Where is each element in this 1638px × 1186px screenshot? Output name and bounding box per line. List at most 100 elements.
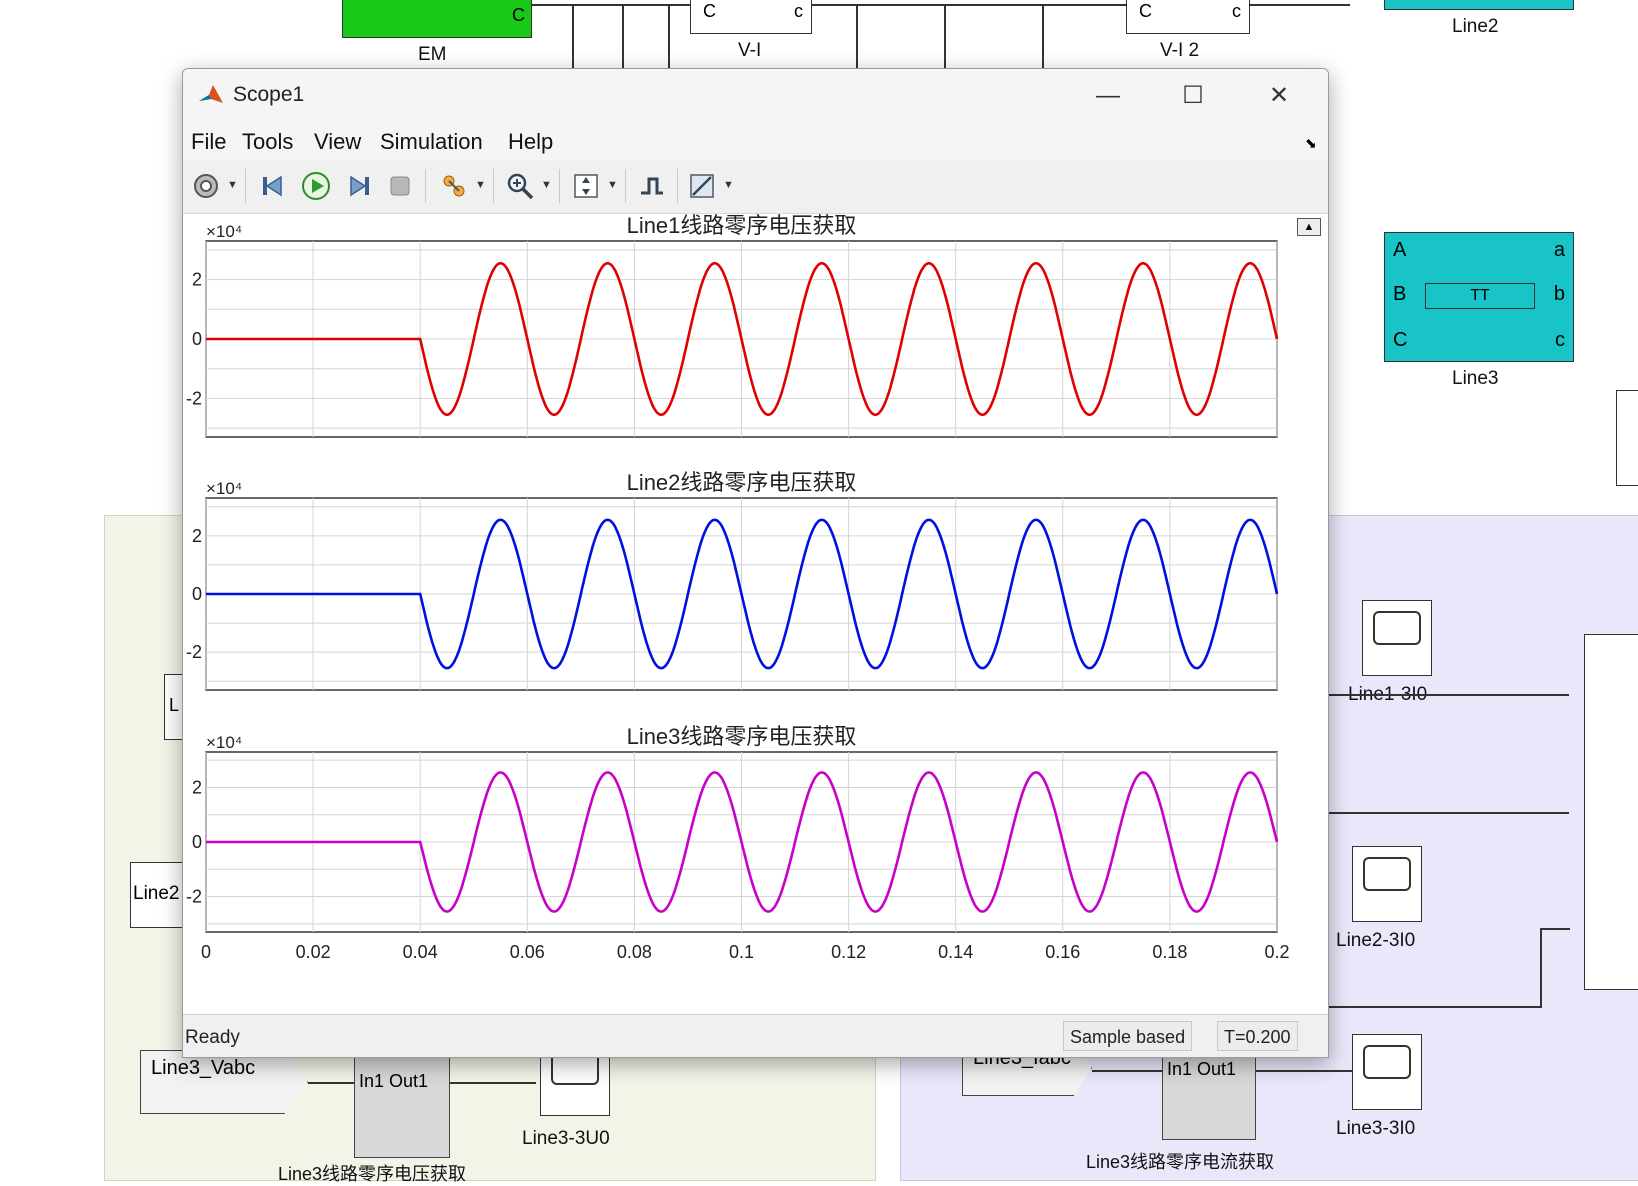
x-tick-label: 0.1	[729, 942, 754, 962]
x-tick-label: 0.04	[403, 942, 438, 962]
line3-port-c: C	[1393, 329, 1408, 351]
toolbar-separator	[677, 169, 678, 203]
close-button[interactable]: ✕	[1249, 79, 1309, 113]
menu-simulation[interactable]: Simulation	[380, 129, 483, 155]
plot-title: Line1线路零序电压获取	[627, 214, 857, 238]
line3-voltage-subsystem[interactable]: In1 Out1	[354, 1056, 450, 1158]
y-tick-label: 2	[192, 777, 202, 797]
wire	[1250, 4, 1350, 6]
wire	[1540, 928, 1542, 1006]
expand-toolstrip-button[interactable]: ▲	[1297, 218, 1321, 236]
y-exponent-label: ×10⁴	[206, 222, 242, 241]
y-tick-label: -2	[186, 642, 202, 662]
wire	[1327, 1006, 1542, 1008]
autoscale-icon[interactable]	[571, 171, 601, 201]
y-tick-label: 0	[192, 584, 202, 604]
wire	[1327, 812, 1569, 814]
status-bar: Ready Sample based T=0.200	[183, 1014, 1328, 1057]
line3-current-sub-label: Line3线路零序电流获取	[1086, 1152, 1275, 1172]
line3-voltage-sub-label: Line3线路零序电压获取	[278, 1164, 467, 1184]
vi-label: V-I	[738, 40, 762, 61]
plots-svg[interactable]: Line1线路零序电压获取 ×10⁴ 2 0 -2 Line2线路零序电压获取 ×10⁴ 2 0…	[183, 213, 1328, 1014]
triggers-icon[interactable]	[637, 171, 667, 201]
step-back-icon[interactable]	[259, 171, 289, 201]
highlight-icon[interactable]	[439, 171, 469, 201]
vi2-block[interactable]: C c	[1126, 0, 1250, 34]
vi2-port-c-small: c	[1232, 1, 1241, 21]
vi-block[interactable]: C c	[690, 0, 812, 34]
line3-vabc-text: Line3_Vabc	[151, 1057, 256, 1079]
y-tick-label: -2	[186, 887, 202, 907]
measure-dropdown-caret[interactable]: ▼	[723, 179, 734, 191]
wire	[856, 4, 858, 68]
partial-block-left-a-text: L	[169, 695, 180, 715]
wire	[812, 4, 1126, 6]
line3-3u0-label: Line3-3U0	[522, 1128, 610, 1149]
plot-title: Line3线路零序电压获取	[627, 724, 857, 749]
undock-icon[interactable]: ⬊	[1305, 135, 1317, 152]
gear-icon[interactable]	[191, 171, 221, 201]
highlight-dropdown-caret[interactable]: ▼	[475, 179, 486, 191]
x-tick-label: 0.08	[617, 942, 652, 962]
wire	[308, 1082, 354, 1084]
mux-block[interactable]	[1584, 634, 1638, 990]
menu-tools[interactable]: Tools	[242, 129, 293, 155]
wire	[1092, 1070, 1162, 1072]
wire	[622, 4, 624, 68]
x-tick-label: 0.16	[1045, 942, 1080, 962]
title-bar[interactable]: Scope1 — ☐ ✕	[183, 69, 1328, 121]
wire	[1327, 694, 1569, 696]
y-exponent-label: ×10⁴	[206, 479, 242, 498]
line3-block[interactable]: A B C a b c TT	[1384, 232, 1574, 362]
line2-3i0-scope[interactable]	[1352, 846, 1422, 922]
x-tick-label: 0.06	[510, 942, 545, 962]
y-tick-label: 2	[192, 270, 202, 290]
toolbar-separator	[425, 169, 426, 203]
line1-3i0-scope[interactable]	[1362, 600, 1432, 676]
line3-3i0-label: Line3-3I0	[1336, 1118, 1416, 1139]
menu-bar: File Tools View Simulation Help ⬊	[183, 121, 1328, 161]
maximize-button[interactable]: ☐	[1163, 79, 1223, 113]
wire	[532, 4, 690, 6]
status-time-text: T=0.200	[1217, 1021, 1298, 1051]
toolbar-separator	[559, 169, 560, 203]
toolbar: ▼ ▼ ▼ ▼ ▼	[183, 161, 1328, 214]
line3-3i0-scope[interactable]	[1352, 1034, 1422, 1110]
em-label: EM	[418, 44, 447, 65]
line2-3i0-label: Line2-3I0	[1336, 930, 1416, 951]
partial-block-left-b[interactable]: Line2	[130, 862, 190, 928]
menu-help[interactable]: Help	[508, 129, 553, 155]
em-block[interactable]: C	[342, 0, 532, 38]
toolbar-separator	[493, 169, 494, 203]
y-tick-label: 0	[192, 832, 202, 852]
partial-block-right[interactable]	[1616, 390, 1638, 486]
zoom-dropdown-caret[interactable]: ▼	[541, 179, 552, 191]
wire	[1256, 1070, 1352, 1072]
wire	[572, 4, 574, 68]
x-tick-label: 0.12	[831, 942, 866, 962]
x-tick-label: 0.2	[1264, 942, 1289, 962]
scope-window[interactable]: Scope1 — ☐ ✕ File Tools View Simulation …	[182, 68, 1329, 1058]
gear-dropdown-caret[interactable]: ▼	[227, 179, 238, 191]
vi2-label: V-I 2	[1160, 40, 1200, 61]
zoom-icon[interactable]	[505, 171, 535, 201]
matlab-logo-icon	[199, 85, 223, 103]
run-icon[interactable]	[301, 171, 331, 201]
step-forward-icon[interactable]	[343, 171, 373, 201]
line2-block[interactable]	[1384, 0, 1574, 10]
status-mode-text: Sample based	[1063, 1021, 1193, 1051]
line3-vabc-tag[interactable]: Line3_Vabc	[140, 1050, 308, 1114]
window-title: Scope1	[233, 83, 305, 106]
stop-icon[interactable]	[385, 171, 415, 201]
menu-file[interactable]: File	[191, 129, 226, 155]
autoscale-dropdown-caret[interactable]: ▼	[607, 179, 618, 191]
line3-symbol: TT	[1425, 283, 1535, 309]
wire	[944, 4, 946, 68]
x-tick-label: 0	[201, 942, 211, 962]
line3-current-subsystem[interactable]: In1 Out1	[1162, 1044, 1256, 1140]
minimize-button[interactable]: —	[1078, 79, 1138, 113]
measure-icon[interactable]	[687, 171, 717, 201]
menu-view[interactable]: View	[314, 129, 361, 155]
status-ready-text: Ready	[185, 1027, 240, 1048]
plot-area[interactable]: Line1线路零序电压获取 ×10⁴ 2 0 -2 Line2线路零序电压获取 ×10⁴ 2 0…	[183, 213, 1328, 1014]
